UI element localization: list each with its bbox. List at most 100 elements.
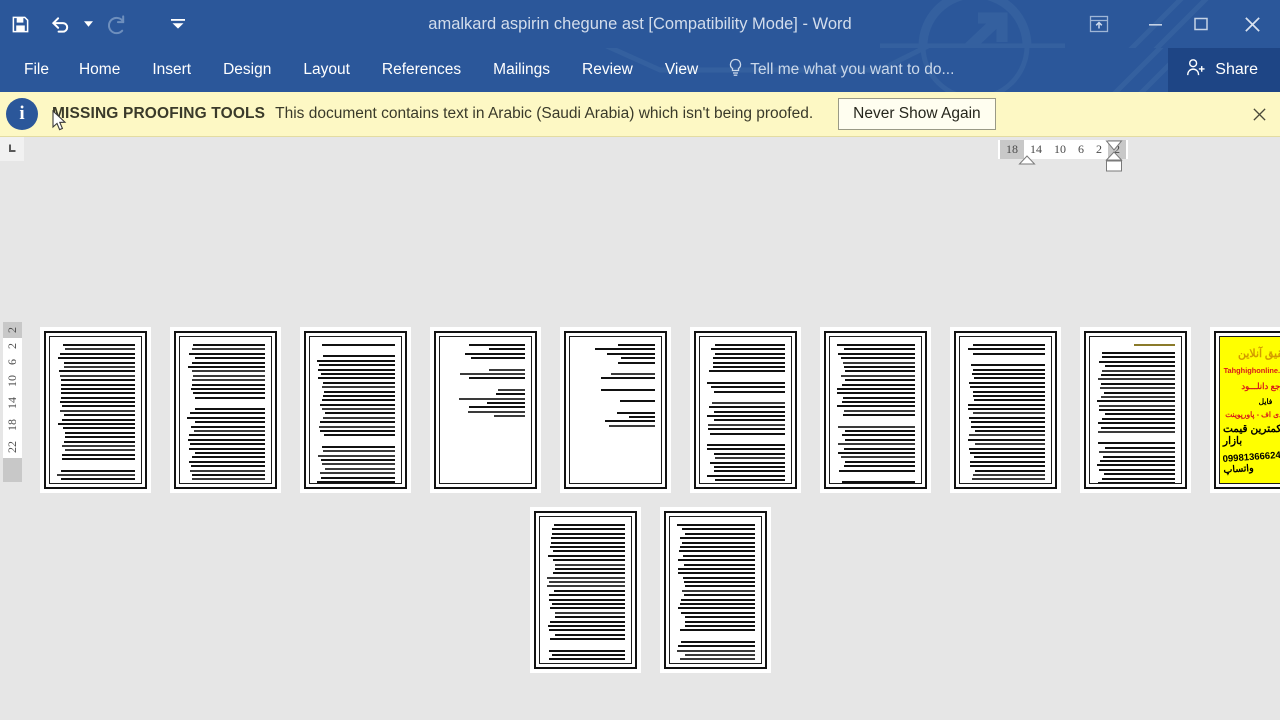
text-line — [317, 368, 395, 371]
document-workspace[interactable]: 18 14 10 6 2 2 2 2 6 10 14 18 22 تحقیق آ… — [0, 137, 1280, 720]
text-line — [323, 416, 395, 419]
page-thumbnail[interactable] — [40, 327, 151, 493]
text-line — [62, 344, 135, 346]
page-content — [179, 336, 272, 484]
tab-mailings[interactable]: Mailings — [477, 48, 566, 92]
text-line — [190, 469, 265, 472]
text-line — [844, 438, 915, 441]
text-line — [548, 649, 625, 652]
text-line — [680, 545, 755, 548]
text-line — [551, 537, 625, 540]
text-line — [60, 396, 135, 399]
text-line — [321, 463, 395, 466]
vruler-tick-10: 10 — [5, 375, 19, 387]
tab-design[interactable]: Design — [207, 48, 287, 92]
text-line — [1103, 455, 1175, 458]
text-line — [713, 419, 785, 422]
minimize-icon[interactable] — [1132, 0, 1178, 48]
ribbon-display-options-icon[interactable] — [1066, 0, 1132, 48]
tab-home[interactable]: Home — [63, 48, 136, 92]
text-line — [843, 396, 915, 399]
page-thumbnail[interactable] — [690, 327, 801, 493]
text-line — [969, 447, 1045, 450]
page-content — [539, 516, 632, 664]
text-line — [837, 352, 915, 355]
text-line — [837, 344, 915, 346]
text-line — [684, 624, 755, 627]
text-line — [678, 645, 755, 648]
text-line — [678, 607, 755, 610]
text-line — [192, 361, 265, 364]
text-line — [59, 401, 135, 404]
text-line — [838, 443, 915, 446]
vruler-tick-22: 22 — [5, 441, 19, 453]
text-line — [323, 355, 395, 358]
share-button[interactable]: Share — [1168, 48, 1280, 92]
page-thumbnail[interactable] — [950, 327, 1061, 493]
page-thumbnail[interactable] — [1080, 327, 1191, 493]
right-indent-marker[interactable] — [1105, 139, 1123, 173]
text-line — [321, 458, 395, 461]
text-line — [488, 368, 525, 371]
text-line — [1097, 481, 1175, 483]
text-line — [323, 381, 395, 384]
notification-close-icon[interactable] — [1246, 101, 1272, 127]
tab-file[interactable]: File — [0, 48, 63, 92]
text-line — [973, 473, 1045, 476]
text-line — [549, 658, 625, 661]
vertical-ruler[interactable]: 2 2 6 10 14 18 22 — [3, 322, 22, 482]
left-indent-marker[interactable] — [1018, 155, 1036, 167]
tell-me-placeholder: Tell me what you want to do... — [750, 61, 955, 78]
text-line — [322, 445, 395, 448]
close-icon[interactable] — [1224, 0, 1280, 48]
text-line — [969, 460, 1045, 463]
text-line — [974, 377, 1045, 380]
text-line — [844, 447, 915, 450]
text-line — [972, 344, 1045, 346]
restore-icon[interactable] — [1178, 0, 1224, 48]
page-thumbnail[interactable] — [560, 327, 671, 493]
page-thumbnail[interactable] — [530, 507, 641, 673]
text-line — [324, 412, 395, 415]
text-line — [619, 400, 655, 403]
text-line — [843, 365, 915, 368]
page-thumbnail[interactable]: تحقیق آنلاین Tahghighonline.ir❮❮ مرجع دانل… — [1210, 327, 1280, 493]
text-line — [971, 478, 1045, 481]
text-line — [192, 456, 265, 459]
text-line — [710, 461, 785, 464]
text-line — [836, 405, 915, 408]
ruler-tick-6: 6 — [1078, 142, 1084, 156]
tab-references[interactable]: References — [366, 48, 477, 92]
page-thumbnail[interactable] — [170, 327, 281, 493]
text-line — [710, 432, 785, 435]
page-thumbnail[interactable] — [820, 327, 931, 493]
ad-line-file: فایل — [1258, 396, 1273, 406]
tab-insert[interactable]: Insert — [136, 48, 207, 92]
tab-review[interactable]: Review — [566, 48, 649, 92]
ad-line-website: Tahghighonline.ir❮❮ — [1223, 366, 1280, 376]
tab-stop-selector[interactable] — [0, 137, 24, 161]
tab-view[interactable]: View — [649, 48, 714, 92]
text-line — [608, 424, 655, 427]
tab-layout[interactable]: Layout — [287, 48, 366, 92]
text-line — [974, 469, 1045, 472]
page-thumbnail[interactable] — [660, 507, 771, 673]
text-line — [714, 352, 785, 355]
text-line — [191, 348, 265, 351]
text-line — [1097, 464, 1175, 467]
text-line — [64, 440, 135, 443]
page-thumbnail[interactable] — [300, 327, 411, 493]
tell-me-search[interactable]: Tell me what you want to do... — [728, 48, 954, 92]
never-show-again-button[interactable]: Never Show Again — [838, 98, 996, 130]
text-line — [607, 352, 655, 355]
text-line — [60, 469, 135, 472]
text-line — [63, 414, 135, 417]
text-line — [713, 410, 785, 413]
text-line — [324, 390, 395, 393]
text-line — [715, 479, 785, 482]
page-thumbnail[interactable] — [430, 327, 541, 493]
page-row-1: تحقیق آنلاین Tahghighonline.ir❮❮ مرجع دانل… — [40, 327, 1280, 493]
text-line — [974, 456, 1045, 459]
ad-line-phone: 09981366624 واتساپ — [1222, 449, 1280, 476]
